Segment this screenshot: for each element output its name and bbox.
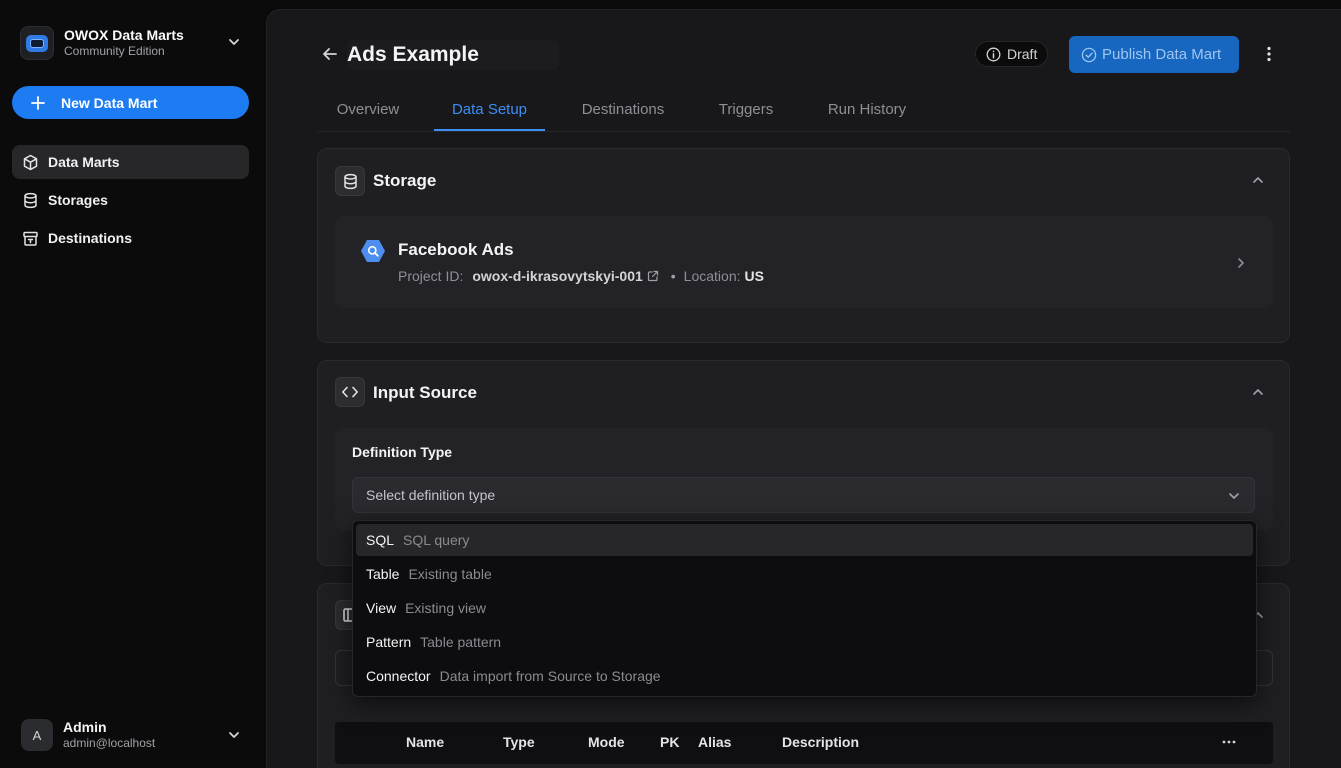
back-arrow-icon[interactable] xyxy=(321,45,339,63)
location-label: Location: xyxy=(683,268,741,284)
publish-data-mart-button[interactable]: Publish Data Mart xyxy=(1069,36,1239,73)
status-label: Draft xyxy=(1007,46,1038,62)
storage-card: Storage Facebook Ads Project ID: owox-d-… xyxy=(317,148,1290,343)
chevron-down-icon[interactable] xyxy=(226,34,242,50)
option-key: Pattern xyxy=(366,634,412,650)
option-description: Table pattern xyxy=(420,634,502,650)
project-id-value[interactable]: owox-d-ikrasovytskyi-001 xyxy=(472,268,642,284)
database-icon xyxy=(335,166,365,196)
app-title: OWOX Data Marts xyxy=(64,27,184,43)
option-sql[interactable]: SQL SQL query xyxy=(356,524,1253,556)
new-data-mart-button[interactable]: New Data Mart xyxy=(12,86,249,119)
option-description: Data import from Source to Storage xyxy=(439,668,661,684)
option-description: Existing view xyxy=(405,600,487,616)
more-horizontal-icon[interactable] xyxy=(1221,734,1237,750)
info-icon xyxy=(986,47,1001,62)
sidebar-item-storages[interactable]: Storages xyxy=(12,183,249,217)
app-edition: Community Edition xyxy=(64,44,165,58)
column-header-pk[interactable]: PK xyxy=(660,734,679,750)
input-source-section-title: Input Source xyxy=(373,383,477,402)
plus-icon xyxy=(31,95,45,110)
project-id-label: Project ID: xyxy=(398,268,464,284)
option-key: View xyxy=(366,600,397,616)
meta-separator: • xyxy=(670,268,676,284)
sidebar-item-data-marts[interactable]: Data Marts xyxy=(12,145,249,179)
page-title[interactable]: Ads Example xyxy=(347,40,559,70)
status-badge: Draft xyxy=(975,41,1049,67)
sidebar: OWOX Data Marts Community Edition New Da… xyxy=(0,0,266,768)
column-header-mode[interactable]: Mode xyxy=(588,734,625,750)
column-header-alias[interactable]: Alias xyxy=(698,734,731,750)
owox-logo-icon xyxy=(20,26,54,60)
chevron-up-icon[interactable] xyxy=(1251,385,1265,399)
chevron-down-icon xyxy=(1227,489,1241,503)
user-name: Admin xyxy=(63,719,107,735)
sidebar-item-destinations[interactable]: Destinations xyxy=(12,221,249,255)
tab-data-setup[interactable]: Data Setup xyxy=(434,90,545,131)
tab-destinations[interactable]: Destinations xyxy=(579,90,667,131)
column-header-description[interactable]: Description xyxy=(782,734,859,750)
new-data-mart-label: New Data Mart xyxy=(61,94,158,111)
user-email: admin@localhost xyxy=(63,736,156,750)
select-placeholder: Select definition type xyxy=(366,487,496,503)
app-switcher[interactable]: OWOX Data Marts Community Edition xyxy=(12,20,252,66)
sidebar-item-label: Data Marts xyxy=(48,154,120,170)
option-connector[interactable]: Connector Data import from Source to Sto… xyxy=(356,660,1253,692)
chevron-down-icon[interactable] xyxy=(226,727,242,743)
storage-section-title: Storage xyxy=(373,171,437,190)
option-key: Connector xyxy=(366,668,431,684)
sidebar-item-label: Destinations xyxy=(48,230,133,246)
tab-overview[interactable]: Overview xyxy=(335,90,401,131)
definition-type-panel: Definition Type Select definition type xyxy=(335,428,1273,530)
schema-table-header: Name Type Mode PK Alias Description xyxy=(335,722,1273,764)
column-header-name[interactable]: Name xyxy=(406,734,444,750)
tab-run-history[interactable]: Run History xyxy=(825,90,909,131)
location-value: US xyxy=(744,268,764,284)
column-header-type[interactable]: Type xyxy=(503,734,535,750)
option-table[interactable]: Table Existing table xyxy=(356,558,1253,590)
option-view[interactable]: View Existing view xyxy=(356,592,1253,624)
user-menu[interactable]: A Admin admin@localhost xyxy=(12,713,252,757)
database-icon xyxy=(22,192,39,209)
bigquery-icon xyxy=(360,239,386,263)
check-circle-icon xyxy=(1081,47,1097,63)
option-pattern[interactable]: Pattern Table pattern xyxy=(356,626,1253,658)
definition-type-label: Definition Type xyxy=(352,444,453,460)
chevron-right-icon[interactable] xyxy=(1235,256,1247,270)
storage-item[interactable]: Facebook Ads Project ID: owox-d-ikrasovy… xyxy=(335,216,1273,308)
option-description: Existing table xyxy=(408,566,492,582)
definition-type-select[interactable]: Select definition type xyxy=(352,477,1255,513)
external-link-icon[interactable] xyxy=(647,270,659,282)
archive-icon xyxy=(22,230,39,247)
tab-bar: Overview Data Setup Destinations Trigger… xyxy=(317,90,1290,132)
storage-meta: Project ID: owox-d-ikrasovytskyi-001 • L… xyxy=(398,268,764,284)
chevron-up-icon[interactable] xyxy=(1251,173,1265,187)
more-vertical-icon[interactable] xyxy=(1261,45,1277,63)
option-description: SQL query xyxy=(403,532,470,548)
avatar: A xyxy=(21,719,53,751)
sidebar-item-label: Storages xyxy=(48,192,108,208)
option-key: SQL xyxy=(366,532,395,548)
cube-icon xyxy=(22,154,39,171)
publish-label: Publish Data Mart xyxy=(1102,46,1222,63)
option-key: Table xyxy=(366,566,400,582)
tab-triggers[interactable]: Triggers xyxy=(716,90,776,131)
definition-type-dropdown: SQL SQL query Table Existing table View … xyxy=(352,520,1257,697)
code-icon xyxy=(335,377,365,407)
storage-name: Facebook Ads xyxy=(398,240,514,259)
